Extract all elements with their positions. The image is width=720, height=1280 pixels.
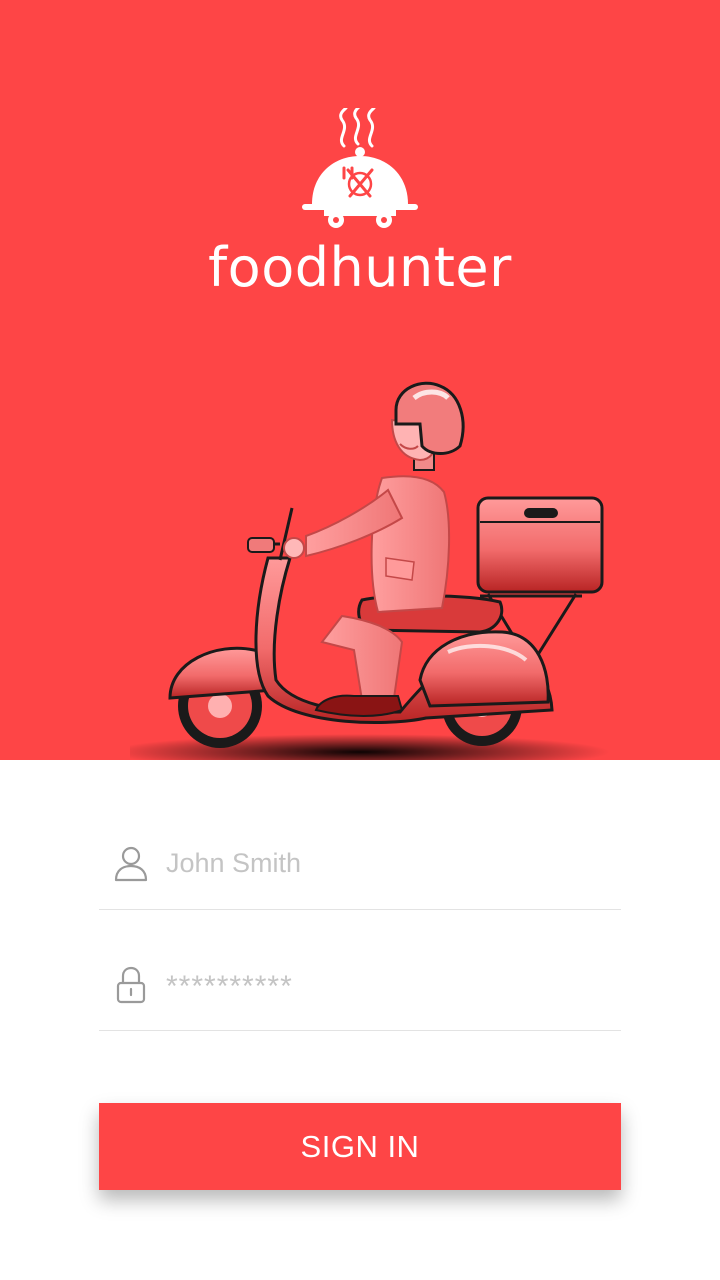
login-form: SIGN IN: [0, 760, 720, 1280]
password-field: [99, 942, 621, 1031]
sign-in-button[interactable]: SIGN IN: [99, 1103, 621, 1190]
delivery-scooter-icon: [130, 381, 610, 760]
username-input[interactable]: [166, 838, 606, 888]
covered-dish-icon: [302, 108, 418, 228]
username-field: [99, 818, 621, 910]
user-icon: [114, 846, 148, 882]
brand-name: foodhunter: [208, 236, 512, 299]
password-input[interactable]: [166, 962, 606, 1012]
lock-icon: [116, 966, 146, 1004]
hero-banner: foodhunter: [0, 0, 720, 760]
